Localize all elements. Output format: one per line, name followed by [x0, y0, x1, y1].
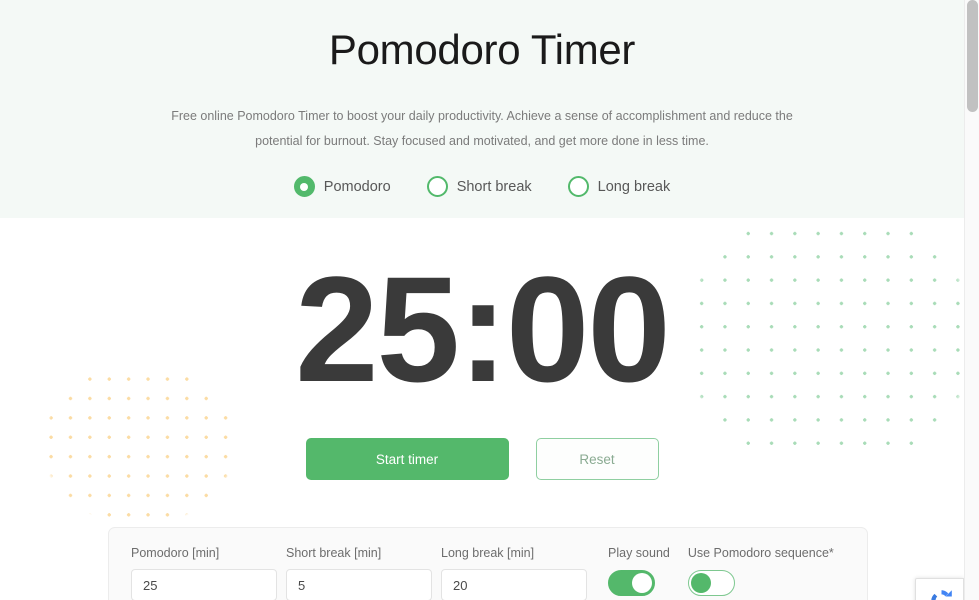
page-scroll-area: Pomodoro Timer Free online Pomodoro Time… — [0, 0, 964, 600]
mode-label-pomodoro: Pomodoro — [323, 178, 391, 195]
field-group-long-break: Long break [min] — [441, 546, 596, 600]
field-group-short-break: Short break [min] — [286, 546, 441, 600]
page-title: Pomodoro Timer — [328, 26, 636, 73]
toggle-play-sound[interactable] — [608, 570, 655, 596]
page-header: Pomodoro Timer Free online Pomodoro Time… — [0, 0, 964, 218]
toggle-group-play-sound: Play sound — [608, 546, 670, 596]
input-long-break-minutes[interactable] — [441, 569, 587, 600]
mode-option-short-break[interactable]: Short break — [426, 176, 532, 197]
mode-option-long-break[interactable]: Long break — [567, 176, 671, 197]
toggle-group-pomodoro-sequence: Use Pomodoro sequence* — [687, 546, 834, 596]
vertical-scrollbar-thumb[interactable] — [967, 0, 978, 112]
start-timer-button[interactable]: Start timer — [305, 438, 509, 480]
settings-panel: Pomodoro [min] Short break [min] Long br… — [108, 527, 868, 600]
label-pomodoro-sequence: Use Pomodoro sequence* — [687, 546, 834, 560]
vertical-scrollbar-track[interactable] — [964, 0, 979, 600]
label-long-break-minutes: Long break [min] — [441, 546, 535, 560]
toggle-knob-icon — [632, 573, 652, 593]
field-group-pomodoro: Pomodoro [min] — [131, 546, 286, 600]
timer-main-area: 25:00 Start timer Reset Pomodoro [min] S… — [0, 218, 964, 600]
label-pomodoro-minutes: Pomodoro [min] — [131, 546, 220, 560]
mode-label-short-break: Short break — [456, 178, 532, 195]
recaptcha-badge[interactable] — [915, 578, 964, 600]
input-short-break-minutes[interactable] — [286, 569, 432, 600]
page-subtitle: Free online Pomodoro Timer to boost your… — [171, 109, 793, 148]
radio-checked-icon[interactable] — [293, 176, 315, 197]
radio-unchecked-icon[interactable] — [567, 176, 589, 197]
label-play-sound: Play sound — [608, 546, 670, 560]
input-pomodoro-minutes[interactable] — [131, 569, 277, 600]
label-short-break-minutes: Short break [min] — [286, 546, 382, 560]
reset-timer-button[interactable]: Reset — [535, 438, 659, 480]
timer-action-buttons: Start timer Reset — [0, 438, 964, 480]
toggle-pomodoro-sequence[interactable] — [687, 570, 735, 596]
mode-option-pomodoro[interactable]: Pomodoro — [293, 176, 391, 197]
toggle-knob-icon — [690, 573, 711, 593]
timer-mode-radio-group: Pomodoro Short break Long break — [0, 176, 964, 197]
radio-unchecked-icon[interactable] — [426, 176, 448, 197]
recaptcha-icon — [931, 590, 952, 600]
settings-toggles: Play sound Use Pomodoro sequence* — [608, 546, 834, 596]
mode-label-long-break: Long break — [597, 178, 671, 195]
timer-countdown-display: 25:00 — [295, 245, 671, 413]
